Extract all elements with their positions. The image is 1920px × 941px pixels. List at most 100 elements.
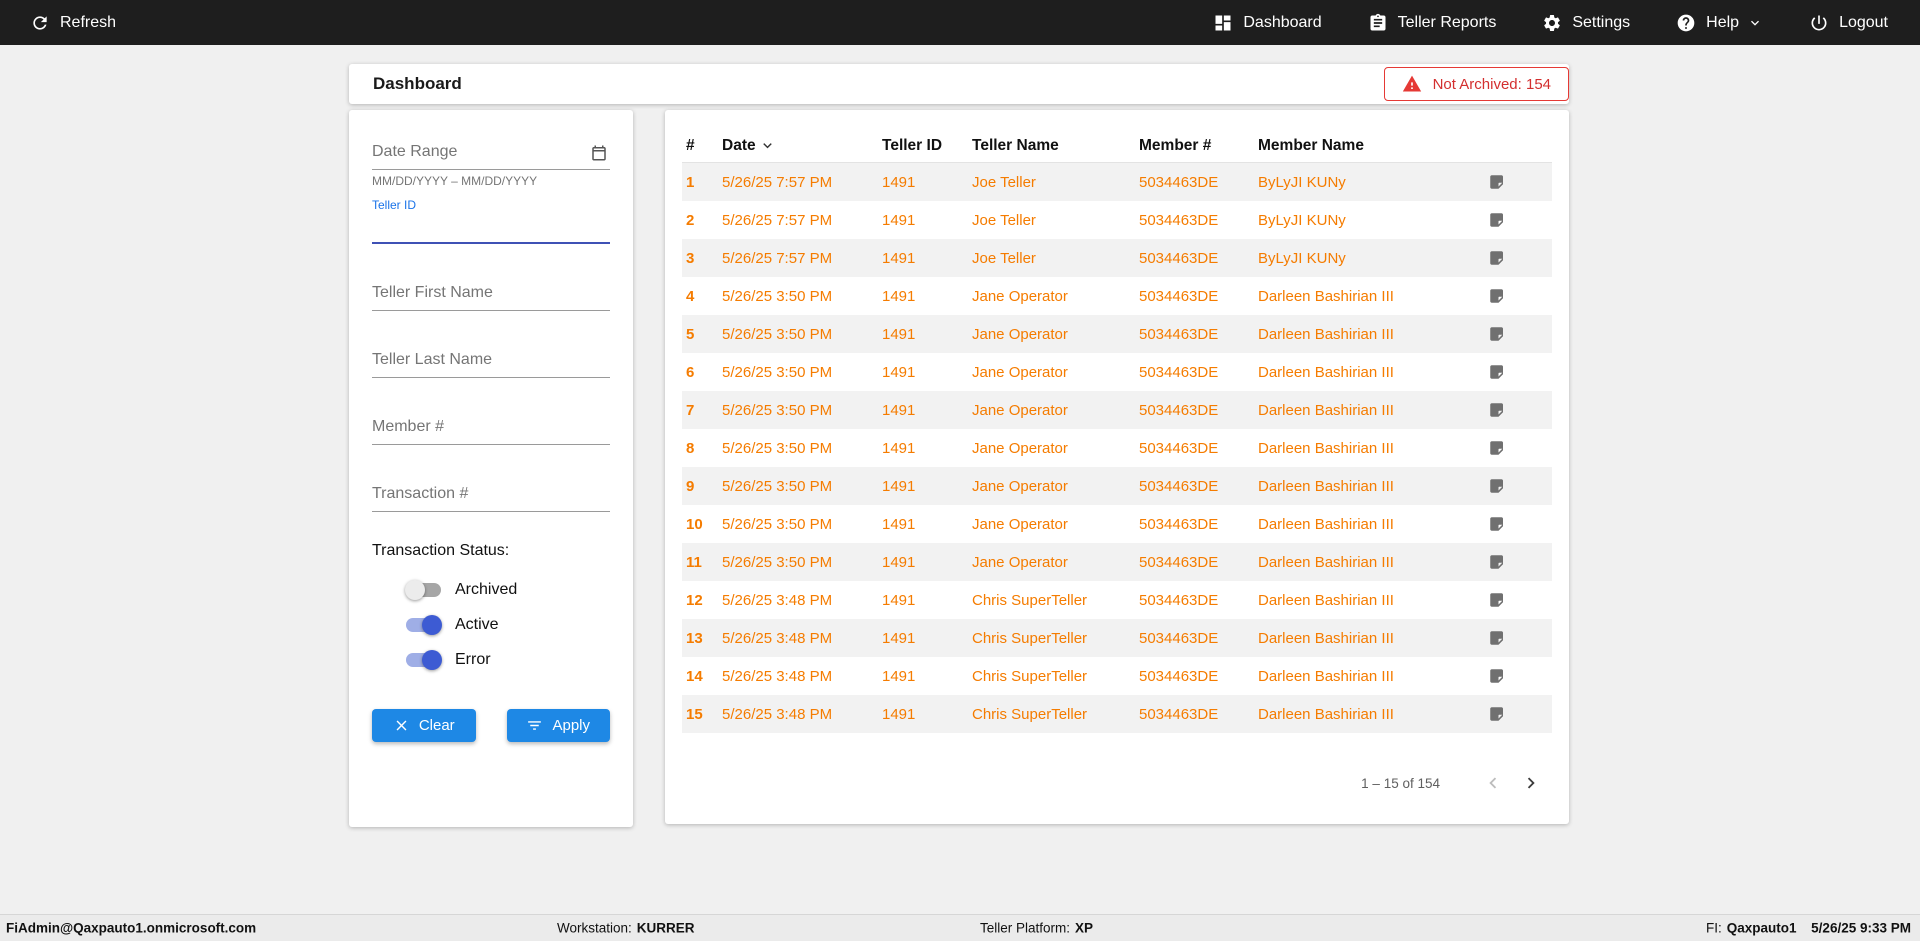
teller-last-name-input[interactable] [372,344,610,378]
date-format-hint: MM/DD/YYYY – MM/DD/YYYY [372,174,610,188]
note-icon[interactable] [1488,325,1506,343]
row-member-name: Darleen Bashirian III [1258,478,1488,495]
row-date: 5/26/25 3:50 PM [722,478,882,495]
platform-label: Teller Platform: [980,921,1070,936]
table-row[interactable]: 3 5/26/25 7:57 PM 1491 Joe Teller 503446… [682,239,1552,277]
table-row[interactable]: 13 5/26/25 3:48 PM 1491 Chris SuperTelle… [682,619,1552,657]
table-row[interactable]: 4 5/26/25 3:50 PM 1491 Jane Operator 503… [682,277,1552,315]
note-icon[interactable] [1488,553,1506,571]
row-member-num: 5034463DE [1139,326,1258,343]
refresh-button[interactable]: Refresh [30,13,116,33]
toggle-switch[interactable] [405,650,442,670]
refresh-icon [30,13,50,33]
table-row[interactable]: 1 5/26/25 7:57 PM 1491 Joe Teller 503446… [682,163,1552,201]
clear-icon [393,717,410,734]
not-archived-badge[interactable]: Not Archived: 154 [1384,67,1569,101]
note-icon[interactable] [1488,249,1506,267]
apply-button[interactable]: Apply [507,709,611,742]
table-body: 1 5/26/25 7:57 PM 1491 Joe Teller 503446… [682,163,1552,733]
next-page-button[interactable] [1516,768,1546,798]
statusbar: FiAdmin@Qaxpauto1.onmicrosoft.com Workst… [0,914,1920,941]
status-toggle[interactable]: Archived [372,572,610,607]
note-icon[interactable] [1488,515,1506,533]
prev-page-button[interactable] [1478,768,1508,798]
page-header: Dashboard Not Archived: 154 [349,64,1569,104]
teller-first-name-field [372,277,610,311]
toggle-thumb [405,580,425,600]
row-member-name: Darleen Bashirian III [1258,630,1488,647]
topbar: Refresh Dashboard Teller Reports Setting… [0,0,1920,45]
note-icon[interactable] [1488,173,1506,191]
table-row[interactable]: 10 5/26/25 3:50 PM 1491 Jane Operator 50… [682,505,1552,543]
transaction-number-input[interactable] [372,478,610,512]
row-member-num: 5034463DE [1139,668,1258,685]
note-icon[interactable] [1488,629,1506,647]
nav-teller-reports[interactable]: Teller Reports [1368,13,1497,33]
note-icon[interactable] [1488,401,1506,419]
date-range-input[interactable] [372,136,610,170]
col-header-member-name[interactable]: Member Name [1258,137,1488,155]
note-icon[interactable] [1488,287,1506,305]
row-member-num: 5034463DE [1139,554,1258,571]
row-teller-name: Jane Operator [972,402,1139,419]
table-row[interactable]: 9 5/26/25 3:50 PM 1491 Jane Operator 503… [682,467,1552,505]
help-icon [1676,13,1696,33]
page-range-label: 1 – 15 of 154 [1361,776,1440,791]
note-icon[interactable] [1488,705,1506,723]
note-icon[interactable] [1488,667,1506,685]
row-date: 5/26/25 3:50 PM [722,402,882,419]
table-row[interactable]: 11 5/26/25 3:50 PM 1491 Jane Operator 50… [682,543,1552,581]
col-header-date[interactable]: Date [722,137,882,155]
row-member-num: 5034463DE [1139,402,1258,419]
member-number-input[interactable] [372,411,610,445]
note-icon[interactable] [1488,211,1506,229]
toggle-switch[interactable] [405,615,442,635]
nav-settings[interactable]: Settings [1542,13,1630,33]
nav-settings-label: Settings [1572,14,1630,32]
note-icon[interactable] [1488,363,1506,381]
note-icon[interactable] [1488,591,1506,609]
table-row[interactable]: 5 5/26/25 3:50 PM 1491 Jane Operator 503… [682,315,1552,353]
col-header-teller-id[interactable]: Teller ID [882,137,972,155]
calendar-icon[interactable] [590,144,608,162]
table-row[interactable]: 15 5/26/25 3:48 PM 1491 Chris SuperTelle… [682,695,1552,733]
table-row[interactable]: 8 5/26/25 3:50 PM 1491 Jane Operator 503… [682,429,1552,467]
table-header: # Date Teller ID Teller Name Member # Me… [682,129,1552,163]
refresh-label: Refresh [60,14,116,32]
table-row[interactable]: 2 5/26/25 7:57 PM 1491 Joe Teller 503446… [682,201,1552,239]
note-icon[interactable] [1488,439,1506,457]
col-header-teller-name[interactable]: Teller Name [972,137,1139,155]
row-num: 15 [686,706,722,723]
col-header-member-num[interactable]: Member # [1139,137,1258,155]
row-teller-name: Joe Teller [972,250,1139,267]
teller-id-input[interactable] [372,212,610,244]
row-member-num: 5034463DE [1139,516,1258,533]
table-row[interactable]: 7 5/26/25 3:50 PM 1491 Jane Operator 503… [682,391,1552,429]
table-row[interactable]: 6 5/26/25 3:50 PM 1491 Jane Operator 503… [682,353,1552,391]
statusbar-datetime: 5/26/25 9:33 PM [1811,921,1911,936]
member-number-field [372,411,610,445]
filter-actions: Clear Apply [372,709,610,742]
date-range-field [372,136,610,170]
toggle-switch[interactable] [405,580,442,600]
teller-first-name-input[interactable] [372,277,610,311]
table-row[interactable]: 14 5/26/25 3:48 PM 1491 Chris SuperTelle… [682,657,1552,695]
row-member-name: Darleen Bashirian III [1258,516,1488,533]
col-header-num[interactable]: # [686,137,722,155]
row-num: 13 [686,630,722,647]
row-teller-name: Joe Teller [972,174,1139,191]
clear-button[interactable]: Clear [372,709,476,742]
nav-help[interactable]: Help [1676,13,1763,33]
row-member-name: Darleen Bashirian III [1258,402,1488,419]
table-row[interactable]: 12 5/26/25 3:48 PM 1491 Chris SuperTelle… [682,581,1552,619]
row-teller-id: 1491 [882,440,972,457]
toggle-thumb [422,615,442,635]
status-toggle[interactable]: Error [372,642,610,677]
row-date: 5/26/25 3:50 PM [722,516,882,533]
status-toggle[interactable]: Active [372,607,610,642]
nav-logout[interactable]: Logout [1809,13,1888,33]
row-date: 5/26/25 7:57 PM [722,250,882,267]
row-num: 4 [686,288,722,305]
nav-dashboard[interactable]: Dashboard [1213,13,1321,33]
note-icon[interactable] [1488,477,1506,495]
